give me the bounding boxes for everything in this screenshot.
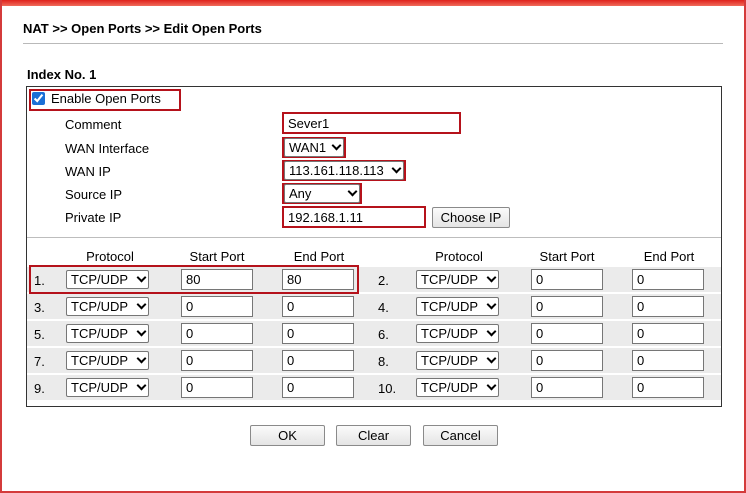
row-number: 3. (34, 300, 45, 315)
start-port-input[interactable] (181, 323, 253, 344)
protocol-select[interactable]: TCP/UDP (416, 351, 499, 370)
section-divider (27, 237, 721, 238)
protocol-value: TCP/UDP (421, 326, 479, 341)
row-number: 10. (378, 381, 397, 396)
start-port-input[interactable] (531, 323, 603, 344)
header-divider (23, 43, 723, 44)
end-port-input[interactable] (282, 323, 354, 344)
protocol-value: TCP/UDP (421, 272, 479, 287)
source-ip-value: Any (289, 186, 312, 201)
protocol-select[interactable]: TCP/UDP (416, 270, 499, 289)
index-label: Index No. 1 (27, 67, 97, 82)
chevron-down-icon (136, 326, 147, 337)
end-port-input[interactable] (632, 323, 704, 344)
comment-label: Comment (65, 117, 122, 132)
wan-interface-label: WAN Interface (65, 141, 150, 156)
end-port-input[interactable] (282, 296, 354, 317)
private-ip-label: Private IP (65, 210, 122, 225)
row-1-highlight (29, 265, 359, 294)
choose-ip-button[interactable]: Choose IP (432, 207, 510, 228)
row-number: 9. (34, 381, 45, 396)
protocol-header-left: Protocol (86, 249, 134, 264)
protocol-value: TCP/UDP (421, 380, 479, 395)
end-port-input[interactable] (632, 377, 704, 398)
wan-ip-label: WAN IP (65, 164, 111, 179)
start-port-input[interactable] (531, 296, 603, 317)
chevron-down-icon (486, 272, 497, 283)
breadcrumb: NAT >> Open Ports >> Edit Open Ports (23, 21, 262, 36)
protocol-value: TCP/UDP (71, 380, 129, 395)
enable-open-ports-row[interactable]: Enable Open Ports (32, 91, 161, 106)
protocol-value: TCP/UDP (421, 353, 479, 368)
row-number: 6. (378, 327, 389, 342)
row-number: 7. (34, 354, 45, 369)
end-port-input[interactable] (282, 377, 354, 398)
chevron-down-icon (391, 163, 402, 174)
row-number: 5. (34, 327, 45, 342)
wan-ip-value: 113.161.118.113 (289, 163, 384, 178)
ok-button[interactable]: OK (250, 425, 325, 446)
end-port-header-left: End Port (293, 249, 345, 264)
protocol-header-right: Protocol (435, 249, 483, 264)
enable-open-ports-label: Enable Open Ports (51, 91, 161, 106)
clear-button[interactable]: Clear (336, 425, 411, 446)
start-port-input[interactable] (531, 377, 603, 398)
chevron-down-icon (486, 353, 497, 364)
start-port-header-right: Start Port (539, 249, 595, 264)
protocol-value: TCP/UDP (71, 353, 129, 368)
start-port-input[interactable] (181, 377, 253, 398)
chevron-down-icon (486, 326, 497, 337)
chevron-down-icon (136, 353, 147, 364)
chevron-down-icon (136, 299, 147, 310)
chevron-down-icon (486, 380, 497, 391)
wan-interface-value: WAN1 (289, 140, 327, 155)
cancel-button[interactable]: Cancel (423, 425, 498, 446)
row-number: 2. (378, 273, 389, 288)
start-port-input[interactable] (181, 350, 253, 371)
start-port-header-left: Start Port (189, 249, 245, 264)
row-number: 8. (378, 354, 389, 369)
start-port-input[interactable] (531, 350, 603, 371)
protocol-select[interactable]: TCP/UDP (66, 297, 149, 316)
protocol-select[interactable]: TCP/UDP (416, 378, 499, 397)
wan-interface-select[interactable]: WAN1 (284, 138, 344, 157)
protocol-value: TCP/UDP (71, 299, 129, 314)
enable-open-ports-checkbox[interactable] (32, 92, 45, 105)
protocol-select[interactable]: TCP/UDP (416, 324, 499, 343)
protocol-select[interactable]: TCP/UDP (66, 378, 149, 397)
private-ip-input[interactable] (284, 208, 424, 226)
end-port-header-right: End Port (643, 249, 695, 264)
wan-ip-select[interactable]: 113.161.118.113 (284, 161, 404, 180)
start-port-input[interactable] (531, 269, 603, 290)
chevron-down-icon (486, 299, 497, 310)
chevron-down-icon (347, 186, 358, 197)
end-port-input[interactable] (282, 350, 354, 371)
chevron-down-icon (136, 380, 147, 391)
protocol-select[interactable]: TCP/UDP (66, 351, 149, 370)
source-ip-select[interactable]: Any (284, 184, 360, 203)
end-port-input[interactable] (632, 350, 704, 371)
source-ip-label: Source IP (65, 187, 123, 202)
end-port-input[interactable] (632, 296, 704, 317)
start-port-input[interactable] (181, 296, 253, 317)
protocol-value: TCP/UDP (71, 326, 129, 341)
protocol-select[interactable]: TCP/UDP (66, 324, 149, 343)
chevron-down-icon (331, 140, 342, 151)
end-port-input[interactable] (632, 269, 704, 290)
row-number: 4. (378, 300, 389, 315)
protocol-value: TCP/UDP (421, 299, 479, 314)
comment-input[interactable] (284, 114, 459, 132)
protocol-select[interactable]: TCP/UDP (416, 297, 499, 316)
